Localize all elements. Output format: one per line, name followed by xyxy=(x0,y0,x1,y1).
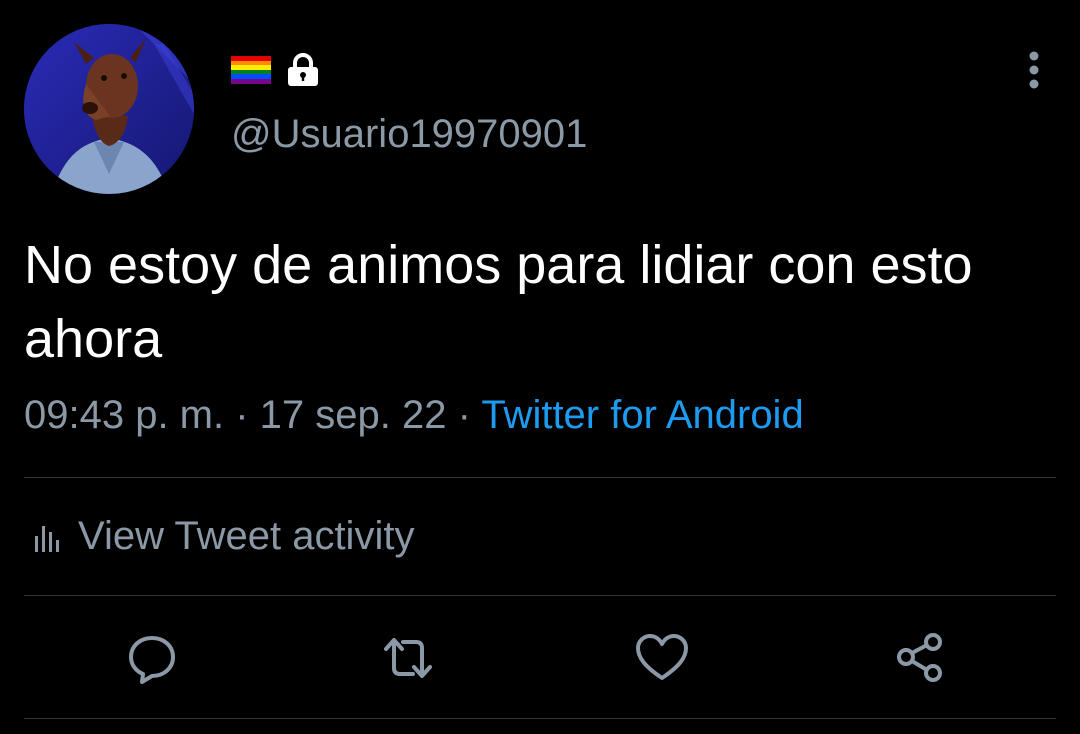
share-icon xyxy=(897,633,942,682)
user-handle[interactable]: @Usuario19970901 xyxy=(231,112,587,157)
lock-icon xyxy=(288,53,318,86)
like-icon xyxy=(636,634,688,680)
avatar[interactable] xyxy=(24,24,194,194)
divider xyxy=(24,477,1056,478)
reply-icon xyxy=(129,636,175,684)
like-button[interactable] xyxy=(634,630,690,686)
tweet-text: No estoy de animos para lidiar con esto … xyxy=(24,235,973,369)
share-button[interactable] xyxy=(892,630,948,686)
retweet-icon xyxy=(384,638,432,678)
view-tweet-activity-label: View Tweet activity xyxy=(78,514,415,558)
meta-separator: · xyxy=(446,393,482,437)
meta-separator: · xyxy=(224,393,260,437)
more-options-button[interactable] xyxy=(1016,50,1052,90)
avatar-image xyxy=(24,24,194,194)
divider xyxy=(24,595,1056,596)
tweet-time: 09:43 p. m. xyxy=(24,393,225,437)
tweet-date: 17 sep. 22 xyxy=(259,393,447,437)
divider xyxy=(24,718,1056,719)
view-tweet-activity-button[interactable]: View Tweet activity xyxy=(34,514,414,559)
more-vertical-icon xyxy=(1029,51,1039,89)
tweet-source-link[interactable]: Twitter for Android xyxy=(481,393,803,437)
rainbow-flag-icon xyxy=(231,56,271,84)
reply-button[interactable] xyxy=(124,630,180,686)
bar-chart-icon xyxy=(35,525,59,552)
retweet-button[interactable] xyxy=(380,630,436,686)
tweet-meta: 09:43 p. m. · 17 sep. 22 · Twitter for A… xyxy=(24,393,804,438)
